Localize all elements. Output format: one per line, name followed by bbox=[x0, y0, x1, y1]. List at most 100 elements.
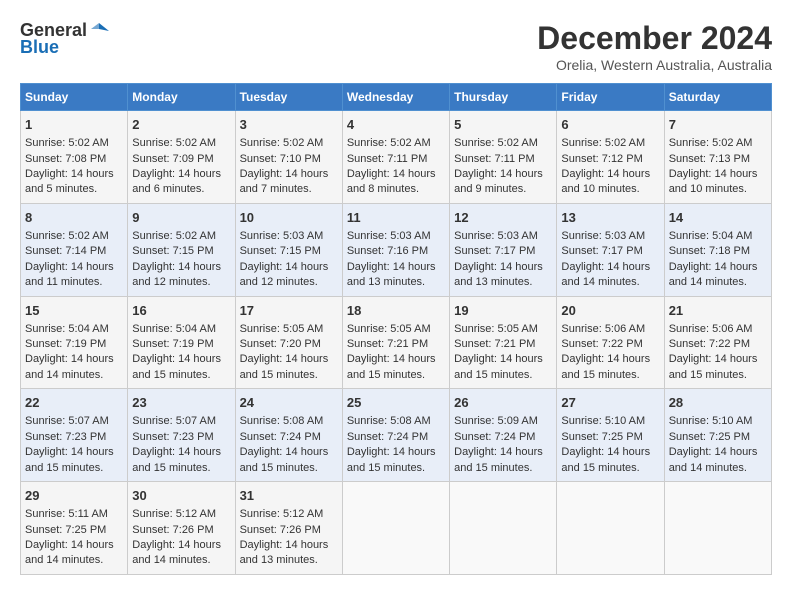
cell-text: and 14 minutes. bbox=[25, 368, 123, 383]
cell-text: Daylight: 14 hours bbox=[454, 445, 552, 460]
cell-text: and 15 minutes. bbox=[132, 368, 230, 383]
cell-text: Daylight: 14 hours bbox=[25, 167, 123, 182]
cell-text: Sunrise: 5:03 AM bbox=[454, 229, 552, 244]
day-number: 17 bbox=[240, 302, 338, 320]
cell-text: Sunset: 7:23 PM bbox=[132, 430, 230, 445]
cell-text: Daylight: 14 hours bbox=[132, 445, 230, 460]
day-number: 29 bbox=[25, 487, 123, 505]
day-number: 10 bbox=[240, 209, 338, 227]
cell-text: Sunrise: 5:06 AM bbox=[669, 322, 767, 337]
cell-text: Sunset: 7:19 PM bbox=[132, 337, 230, 352]
cell-text: Sunset: 7:20 PM bbox=[240, 337, 338, 352]
cell-text: Sunrise: 5:08 AM bbox=[347, 414, 445, 429]
calendar-week-row: 1Sunrise: 5:02 AMSunset: 7:08 PMDaylight… bbox=[21, 111, 772, 204]
calendar-cell: 6Sunrise: 5:02 AMSunset: 7:12 PMDaylight… bbox=[557, 111, 664, 204]
calendar-week-row: 22Sunrise: 5:07 AMSunset: 7:23 PMDayligh… bbox=[21, 389, 772, 482]
cell-text: Sunrise: 5:02 AM bbox=[25, 136, 123, 151]
cell-text: Daylight: 14 hours bbox=[132, 538, 230, 553]
day-number: 1 bbox=[25, 116, 123, 134]
cell-text: Daylight: 14 hours bbox=[454, 167, 552, 182]
cell-text: Daylight: 14 hours bbox=[561, 352, 659, 367]
header-monday: Monday bbox=[128, 84, 235, 111]
day-number: 12 bbox=[454, 209, 552, 227]
cell-text: and 11 minutes. bbox=[25, 275, 123, 290]
cell-text: Sunrise: 5:04 AM bbox=[669, 229, 767, 244]
calendar-cell: 8Sunrise: 5:02 AMSunset: 7:14 PMDaylight… bbox=[21, 203, 128, 296]
calendar-cell: 30Sunrise: 5:12 AMSunset: 7:26 PMDayligh… bbox=[128, 482, 235, 575]
day-number: 2 bbox=[132, 116, 230, 134]
cell-text: Daylight: 14 hours bbox=[561, 167, 659, 182]
cell-text: Sunset: 7:26 PM bbox=[240, 523, 338, 538]
cell-text: and 12 minutes. bbox=[132, 275, 230, 290]
cell-text: Daylight: 14 hours bbox=[669, 352, 767, 367]
cell-text: Sunset: 7:10 PM bbox=[240, 152, 338, 167]
cell-text: and 8 minutes. bbox=[347, 182, 445, 197]
calendar-cell: 19Sunrise: 5:05 AMSunset: 7:21 PMDayligh… bbox=[450, 296, 557, 389]
cell-text: Sunrise: 5:12 AM bbox=[132, 507, 230, 522]
cell-text: Sunrise: 5:02 AM bbox=[454, 136, 552, 151]
cell-text: Sunrise: 5:10 AM bbox=[669, 414, 767, 429]
calendar-cell: 27Sunrise: 5:10 AMSunset: 7:25 PMDayligh… bbox=[557, 389, 664, 482]
day-number: 23 bbox=[132, 394, 230, 412]
cell-text: Sunset: 7:12 PM bbox=[561, 152, 659, 167]
day-number: 3 bbox=[240, 116, 338, 134]
day-number: 20 bbox=[561, 302, 659, 320]
cell-text: Daylight: 14 hours bbox=[240, 167, 338, 182]
cell-text: and 15 minutes. bbox=[240, 368, 338, 383]
day-number: 14 bbox=[669, 209, 767, 227]
cell-text: Sunset: 7:17 PM bbox=[454, 244, 552, 259]
cell-text: and 6 minutes. bbox=[132, 182, 230, 197]
day-number: 21 bbox=[669, 302, 767, 320]
cell-text: Sunrise: 5:08 AM bbox=[240, 414, 338, 429]
calendar-cell: 26Sunrise: 5:09 AMSunset: 7:24 PMDayligh… bbox=[450, 389, 557, 482]
cell-text: Daylight: 14 hours bbox=[669, 167, 767, 182]
cell-text: Sunset: 7:09 PM bbox=[132, 152, 230, 167]
cell-text: Sunset: 7:22 PM bbox=[669, 337, 767, 352]
calendar-cell: 21 Sunrise: 5:06 AMSunset: 7:22 PMDayligh… bbox=[664, 296, 771, 389]
calendar-cell: 4Sunrise: 5:02 AMSunset: 7:11 PMDaylight… bbox=[342, 111, 449, 204]
cell-text: Sunset: 7:21 PM bbox=[454, 337, 552, 352]
calendar-cell: 23 Sunrise: 5:07 AMSunset: 7:23 PMDayligh… bbox=[128, 389, 235, 482]
cell-text: Sunset: 7:25 PM bbox=[25, 523, 123, 538]
calendar-cell: 2Sunrise: 5:02 AMSunset: 7:09 PMDaylight… bbox=[128, 111, 235, 204]
header-sunday: Sunday bbox=[21, 84, 128, 111]
cell-text: Sunset: 7:11 PM bbox=[454, 152, 552, 167]
cell-text: Sunrise: 5:07 AM bbox=[132, 414, 230, 429]
cell-text: Sunset: 7:21 PM bbox=[347, 337, 445, 352]
calendar-cell: 31Sunrise: 5:12 AMSunset: 7:26 PMDayligh… bbox=[235, 482, 342, 575]
cell-text: and 14 minutes. bbox=[25, 553, 123, 568]
calendar-cell: 22Sunrise: 5:07 AMSunset: 7:23 PMDayligh… bbox=[21, 389, 128, 482]
cell-text: Sunrise: 5:03 AM bbox=[347, 229, 445, 244]
cell-text: Daylight: 14 hours bbox=[669, 260, 767, 275]
page-header: General Blue December 2024 Orelia, Weste… bbox=[20, 20, 772, 73]
cell-text: and 15 minutes. bbox=[347, 368, 445, 383]
logo: General Blue bbox=[20, 20, 109, 58]
cell-text: and 15 minutes. bbox=[454, 461, 552, 476]
cell-text: and 13 minutes. bbox=[454, 275, 552, 290]
cell-text: Daylight: 14 hours bbox=[561, 260, 659, 275]
cell-text: and 10 minutes. bbox=[669, 182, 767, 197]
cell-text: Sunset: 7:15 PM bbox=[132, 244, 230, 259]
day-number: 5 bbox=[454, 116, 552, 134]
header-tuesday: Tuesday bbox=[235, 84, 342, 111]
cell-text: Sunset: 7:17 PM bbox=[561, 244, 659, 259]
title-section: December 2024 Orelia, Western Australia,… bbox=[537, 20, 772, 73]
cell-text: Sunset: 7:25 PM bbox=[669, 430, 767, 445]
cell-text: Daylight: 14 hours bbox=[347, 260, 445, 275]
cell-text: Sunrise: 5:03 AM bbox=[240, 229, 338, 244]
cell-text: Daylight: 14 hours bbox=[132, 352, 230, 367]
calendar-cell bbox=[664, 482, 771, 575]
cell-text: Daylight: 14 hours bbox=[454, 260, 552, 275]
cell-text: Sunset: 7:16 PM bbox=[347, 244, 445, 259]
cell-text: and 15 minutes. bbox=[240, 461, 338, 476]
cell-text: and 15 minutes. bbox=[132, 461, 230, 476]
header-wednesday: Wednesday bbox=[342, 84, 449, 111]
cell-text: Sunset: 7:15 PM bbox=[240, 244, 338, 259]
cell-text: Daylight: 14 hours bbox=[454, 352, 552, 367]
calendar-title: December 2024 bbox=[537, 20, 772, 57]
calendar-cell bbox=[557, 482, 664, 575]
day-number: 11 bbox=[347, 209, 445, 227]
cell-text: and 14 minutes. bbox=[132, 553, 230, 568]
cell-text: Daylight: 14 hours bbox=[347, 445, 445, 460]
calendar-cell: 12 Sunrise: 5:03 AMSunset: 7:17 PMDayligh… bbox=[450, 203, 557, 296]
